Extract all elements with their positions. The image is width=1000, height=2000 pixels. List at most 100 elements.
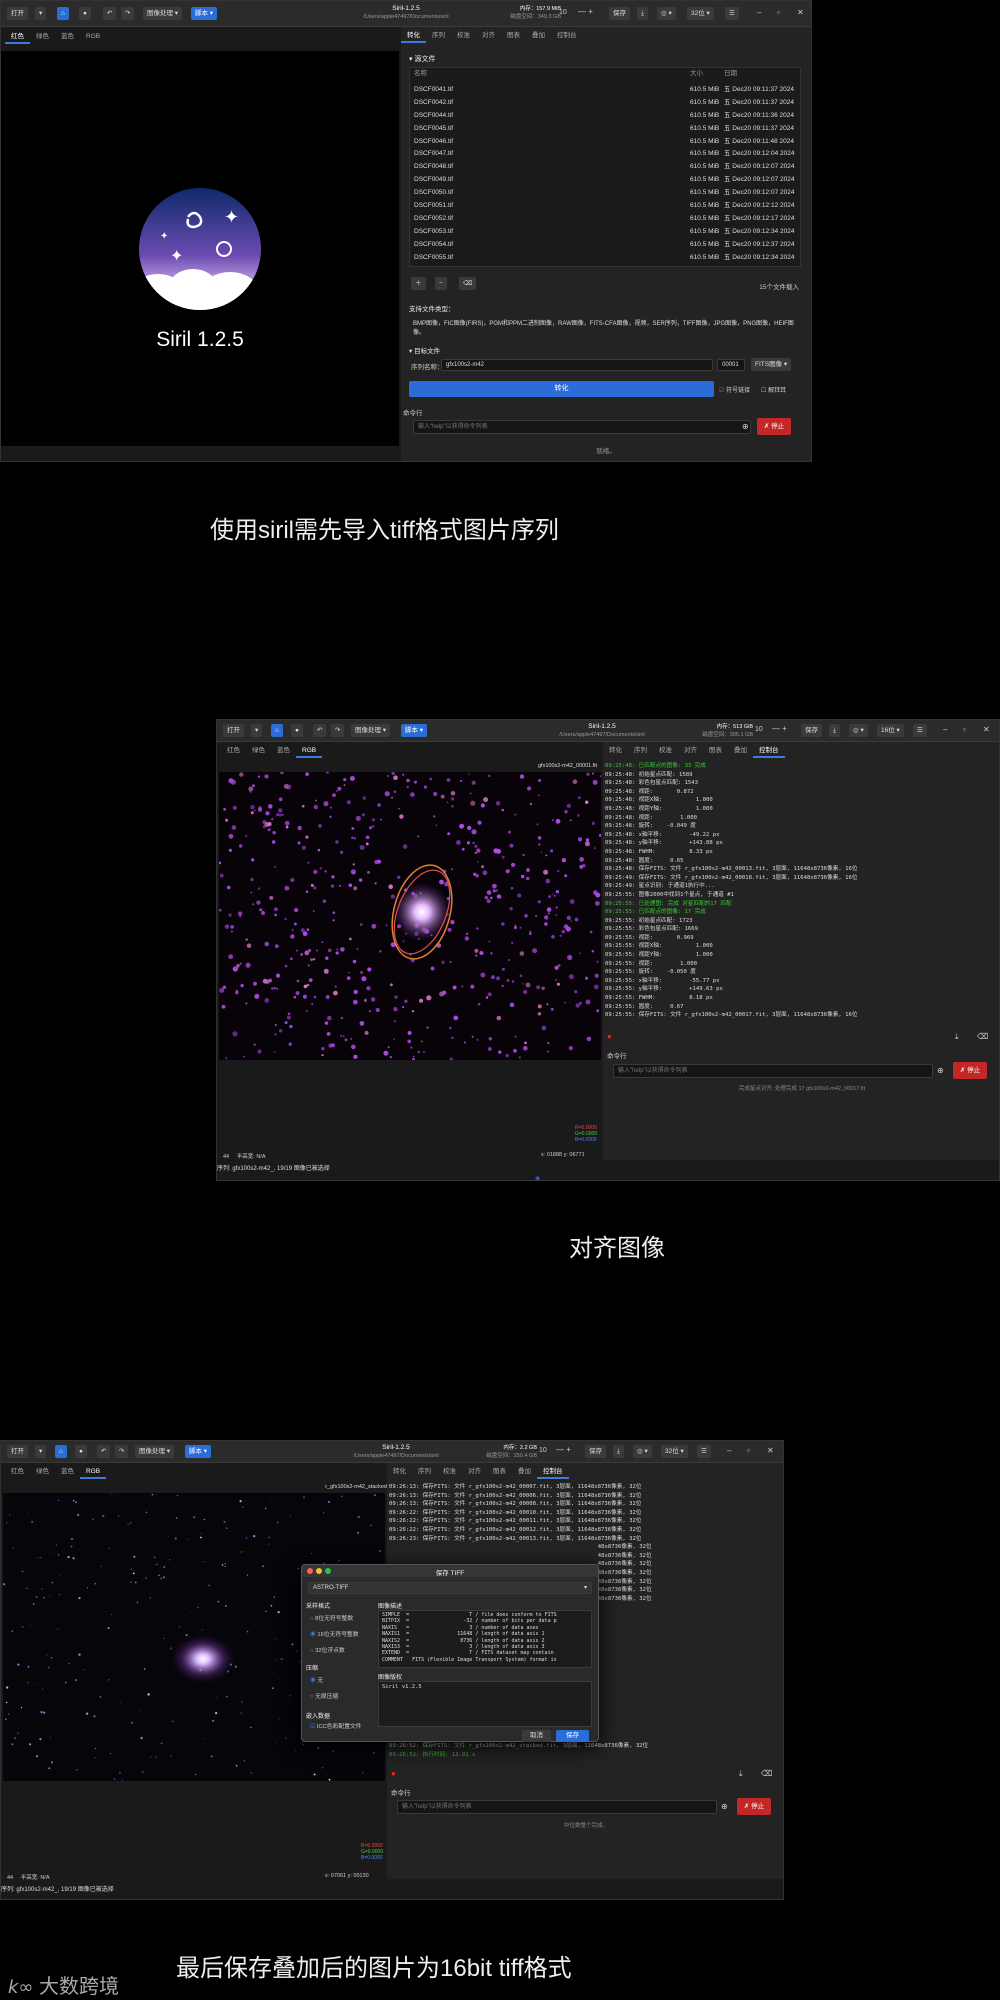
- undo-button[interactable]: ↶: [313, 724, 327, 737]
- live-button[interactable]: ●: [75, 1445, 87, 1458]
- file-row[interactable]: DSCF0055.tif 610.5 MiB 五 Dec20 09:12:34 20…: [412, 252, 800, 265]
- file-row[interactable]: DSCF0042.tif 610.5 MiB 五 Dec20 09:11:37 20…: [412, 97, 800, 110]
- tab-blue[interactable]: 蓝色: [55, 1465, 80, 1479]
- fits-format-select[interactable]: FITS图像 ▾: [751, 358, 792, 371]
- file-row[interactable]: DSCF0045.tif 610.5 MiB 五 Dec20 09:11:37 20…: [412, 123, 800, 136]
- tab-calibrate[interactable]: 校准: [653, 744, 678, 758]
- undo-button[interactable]: ↶: [103, 7, 117, 20]
- tab-rgb[interactable]: RGB: [296, 744, 323, 758]
- open-button[interactable]: 打开: [223, 724, 244, 737]
- save-button[interactable]: 保存: [585, 1445, 606, 1458]
- stop-button[interactable]: ✗ 停止: [737, 1798, 771, 1815]
- fits-header-textarea[interactable]: SIMPLE = T / file does conform to FITS B…: [378, 1610, 592, 1668]
- add-file-button[interactable]: ＋: [411, 277, 426, 290]
- script-menu[interactable]: 脚本 ▾: [401, 724, 428, 737]
- open-button[interactable]: 打开: [7, 7, 28, 20]
- image-viewport[interactable]: [219, 772, 601, 1060]
- tab-calibrate[interactable]: 校准: [437, 1465, 462, 1479]
- tab-red[interactable]: 红色: [5, 30, 30, 44]
- open-dropdown-button[interactable]: ▾: [35, 7, 47, 20]
- radio-option[interactable]: ◉ 无: [310, 1673, 338, 1689]
- image-process-menu[interactable]: 图像处理 ▾: [143, 7, 183, 20]
- open-dropdown-button[interactable]: ▾: [251, 724, 263, 737]
- tab-stack[interactable]: 叠加: [512, 1465, 537, 1479]
- threads-stepper[interactable]: — +: [578, 7, 593, 16]
- file-row[interactable]: DSCF0044.tif 610.5 MiB 五 Dec20 09:11:36 20…: [412, 110, 800, 123]
- radio-option[interactable]: ○ 无损压缩: [310, 1689, 338, 1705]
- file-row[interactable]: DSCF0046.tif 610.5 MiB 五 Dec20 09:11:48 20…: [412, 136, 800, 149]
- snapshot-button[interactable]: ⤓: [613, 1445, 624, 1458]
- clear-log-icon[interactable]: ⌫: [977, 1032, 988, 1041]
- tab-calibrate[interactable]: 校准: [451, 29, 476, 43]
- redo-button[interactable]: ↷: [331, 724, 345, 737]
- tab-green[interactable]: 绿色: [30, 1465, 55, 1479]
- minimize-button[interactable]: –: [757, 8, 761, 17]
- undo-button[interactable]: ↶: [97, 1445, 111, 1458]
- tab-plot[interactable]: 图表: [703, 744, 728, 758]
- remove-file-button[interactable]: −: [435, 277, 447, 290]
- save-button[interactable]: 保存: [801, 724, 822, 737]
- minimize-button[interactable]: –: [943, 725, 947, 734]
- file-row[interactable]: DSCF0047.tif 610.5 MiB 五 Dec20 09:12:04 20…: [412, 148, 800, 161]
- file-row[interactable]: DSCF0049.tif 610.5 MiB 五 Dec20 09:12:07 20…: [412, 174, 800, 187]
- image-process-menu[interactable]: 图像处理 ▾: [135, 1445, 175, 1458]
- redo-button[interactable]: ↷: [115, 1445, 129, 1458]
- threads-stepper[interactable]: — +: [772, 724, 787, 733]
- camera-menu[interactable]: ◎ ▾: [849, 724, 868, 737]
- tab-blue[interactable]: 蓝色: [55, 30, 80, 44]
- tab-stack[interactable]: 叠加: [526, 29, 551, 43]
- script-menu[interactable]: 脚本 ▾: [185, 1445, 212, 1458]
- image-viewport[interactable]: ✦ ✦ ✦ Siril 1.2.5: [1, 51, 399, 446]
- file-row[interactable]: DSCF0052.tif 610.5 MiB 五 Dec20 09:12:17 20…: [412, 213, 800, 226]
- save-button[interactable]: 保存: [609, 7, 630, 20]
- tab-convert[interactable]: 转化: [401, 29, 426, 43]
- format-select[interactable]: ASTRO-TIFF ▾: [308, 1582, 592, 1594]
- tab-plot[interactable]: 图表: [487, 1465, 512, 1479]
- open-button[interactable]: 打开: [7, 1445, 28, 1458]
- tab-console[interactable]: 控制台: [753, 744, 785, 758]
- tab-blue[interactable]: 蓝色: [271, 744, 296, 758]
- stop-button[interactable]: ✗ 停止: [757, 418, 791, 435]
- radio-option[interactable]: ○ 8位无符号整数: [310, 1611, 359, 1627]
- seq-index-input[interactable]: 00001: [717, 359, 745, 371]
- cmd-help-icon[interactable]: ⊕: [742, 422, 749, 431]
- file-row[interactable]: DSCF0050.tif 610.5 MiB 五 Dec20 09:12:07 20…: [412, 187, 800, 200]
- debayer-checkbox[interactable]: ☐ 解拜耳: [761, 385, 786, 394]
- redo-button[interactable]: ↷: [121, 7, 135, 20]
- tab-register[interactable]: 对齐: [476, 29, 501, 43]
- tab-console[interactable]: 控制台: [551, 29, 583, 43]
- cmd-input[interactable]: 输入"help"以获得命令列表: [613, 1064, 933, 1078]
- maximize-button[interactable]: ▫: [963, 725, 966, 734]
- hamburger-menu-icon[interactable]: ☰: [697, 1445, 711, 1458]
- tab-sequence[interactable]: 序列: [412, 1465, 437, 1479]
- home-button[interactable]: ⌂: [271, 724, 283, 737]
- hamburger-menu-icon[interactable]: ☰: [913, 724, 927, 737]
- symlink-checkbox[interactable]: ☑ 符号链接: [719, 385, 750, 394]
- minimize-button[interactable]: –: [727, 1446, 731, 1455]
- footer-radio[interactable]: ◉: [535, 1175, 540, 1180]
- bits-menu[interactable]: 32位 ▾: [661, 1445, 688, 1458]
- live-button[interactable]: ●: [79, 7, 91, 20]
- camera-menu[interactable]: ◎ ▾: [657, 7, 676, 20]
- download-log-icon[interactable]: ⤓: [955, 1032, 959, 1042]
- col-size[interactable]: 大小: [690, 68, 703, 81]
- convert-button[interactable]: 转化: [409, 381, 714, 397]
- close-button[interactable]: ✕: [983, 725, 990, 734]
- dialog-save-button[interactable]: 保存: [556, 1730, 589, 1742]
- bits-menu[interactable]: 16位 ▾: [877, 724, 904, 737]
- tab-rgb[interactable]: RGB: [80, 30, 106, 44]
- icc-checkbox[interactable]: ☑ ICC色彩配置文件: [310, 1721, 362, 1730]
- file-row[interactable]: DSCF0054.tif 610.5 MiB 五 Dec20 09:12:37 20…: [412, 239, 800, 252]
- radio-option[interactable]: ○ 32位浮点数: [310, 1643, 359, 1659]
- file-row[interactable]: DSCF0051.tif 610.5 MiB 五 Dec20 09:12:12 20…: [412, 200, 800, 213]
- cancel-button[interactable]: 取消: [522, 1730, 551, 1742]
- tab-rgb[interactable]: RGB: [80, 1465, 107, 1479]
- tab-red[interactable]: 红色: [221, 744, 246, 758]
- stop-button[interactable]: ✗ 停止: [953, 1062, 987, 1079]
- cmd-input[interactable]: 输入"help"以获得命令列表: [397, 1800, 717, 1814]
- bits-menu[interactable]: 32位 ▾: [687, 7, 714, 20]
- tab-sequence[interactable]: 序列: [628, 744, 653, 758]
- snapshot-button[interactable]: ⤓: [637, 7, 648, 20]
- tab-sequence[interactable]: 序列: [426, 29, 451, 43]
- live-button[interactable]: ●: [291, 724, 303, 737]
